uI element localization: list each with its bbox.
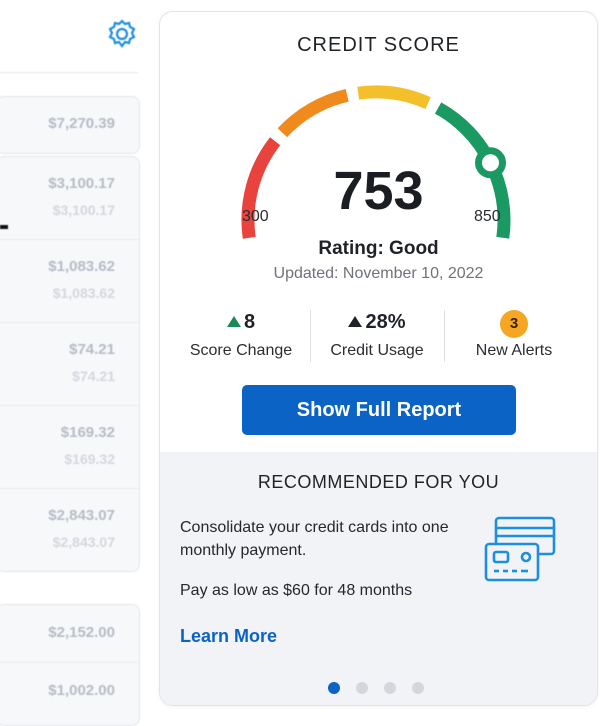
- list-item: $169.32 $169.32: [0, 406, 139, 489]
- recommended-title: RECOMMENDED FOR YOU: [257, 472, 500, 492]
- sub-amount-text: $169.32: [64, 451, 115, 467]
- gauge-segment-very-good: [434, 102, 492, 158]
- credit-cards-icon: [484, 516, 556, 582]
- stat-divider: [444, 310, 445, 362]
- list-item: $1,002.00: [0, 663, 139, 723]
- score-max-label: 850: [474, 208, 501, 225]
- stat-divider: [310, 310, 311, 362]
- arrow-up-icon: [226, 316, 241, 327]
- amount-text: $74.21: [69, 341, 115, 358]
- background-group: $2,152.00 $1,002.00: [0, 604, 140, 726]
- recommended-description: Consolidate your credit cards into one m…: [180, 519, 449, 559]
- list-item: $2,843.07 $2,843.07: [0, 489, 139, 571]
- background-divider: [0, 72, 138, 73]
- amount-text: $1,083.62: [48, 258, 115, 275]
- amount-text: $3,100.17: [48, 175, 115, 192]
- amount-text: $2,152.00: [48, 624, 115, 641]
- list-item: $2,152.00: [0, 605, 139, 663]
- arrow-up-icon: [348, 316, 363, 327]
- list-item: $7,270.39: [0, 97, 139, 153]
- recommended-section: RECOMMENDED FOR YOU Consolidate your cre…: [160, 452, 597, 705]
- credit-score-card: CREDIT SCORE 753 300 850 Rating: Good Up…: [159, 11, 598, 706]
- gauge-segment-fair: [277, 88, 349, 138]
- carousel-dots: [328, 682, 438, 696]
- stat-new-alerts[interactable]: 3 New Alerts: [450, 308, 578, 368]
- new-alerts-value-row: 3: [450, 308, 578, 338]
- sub-amount-text: $2,843.07: [52, 534, 115, 550]
- sub-amount-text: $1,083.62: [52, 285, 115, 301]
- score-change-value-row: 8: [178, 308, 304, 336]
- score-change-label: Score Change: [189, 342, 293, 359]
- list-item: $3,100.17 $3,100.17: [0, 157, 139, 240]
- score-change-value: 8: [243, 311, 256, 333]
- stat-score-change[interactable]: 8 Score Change: [178, 308, 304, 368]
- carousel-dot[interactable]: [412, 682, 424, 694]
- background-group: $7,270.39: [0, 96, 140, 154]
- background-group: $3,100.17 $3,100.17 $1,083.62 $1,083.62 …: [0, 156, 140, 572]
- amount-text: $7,270.39: [48, 115, 115, 132]
- list-item: $1,083.62 $1,083.62: [0, 240, 139, 323]
- gear-icon[interactable]: [106, 18, 138, 50]
- amount-text: $2,843.07: [48, 507, 115, 524]
- show-full-report-button[interactable]: Show Full Report: [242, 385, 516, 435]
- recommended-offer: Pay as low as $60 for 48 months: [180, 582, 413, 599]
- learn-more-link[interactable]: Learn More: [180, 626, 277, 647]
- stat-credit-usage[interactable]: 28% Credit Usage: [315, 308, 439, 368]
- gauge-segment-good: [357, 85, 431, 110]
- card-title: CREDIT SCORE: [297, 34, 460, 56]
- background-account-list: $7,270.39 $3,100.17 $3,100.17 $1,083.62 …: [0, 0, 150, 726]
- credit-usage-label: Credit Usage: [330, 342, 424, 359]
- score-value: 753: [333, 161, 424, 221]
- carousel-dot[interactable]: [356, 682, 368, 694]
- score-stats: 8 Score Change 28% Credit Usage 3 New Al…: [178, 308, 578, 368]
- score-min-label: 300: [242, 208, 269, 225]
- credit-usage-value-row: 28%: [315, 308, 439, 336]
- updated-date: Updated: November 10, 2022: [273, 265, 484, 282]
- amount-text: $1,002.00: [48, 682, 115, 699]
- edge-marker: [0, 225, 8, 229]
- credit-usage-value: 28%: [365, 311, 406, 333]
- new-alerts-label: New Alerts: [475, 342, 553, 359]
- list-item: $74.21 $74.21: [0, 323, 139, 406]
- rating-text: Rating: Good: [318, 238, 439, 259]
- sub-amount-text: $74.21: [72, 368, 115, 384]
- alerts-badge: 3: [500, 310, 528, 338]
- carousel-dot[interactable]: [384, 682, 396, 694]
- carousel-dot[interactable]: [328, 682, 340, 694]
- amount-text: $169.32: [60, 424, 115, 441]
- sub-amount-text: $3,100.17: [52, 202, 115, 218]
